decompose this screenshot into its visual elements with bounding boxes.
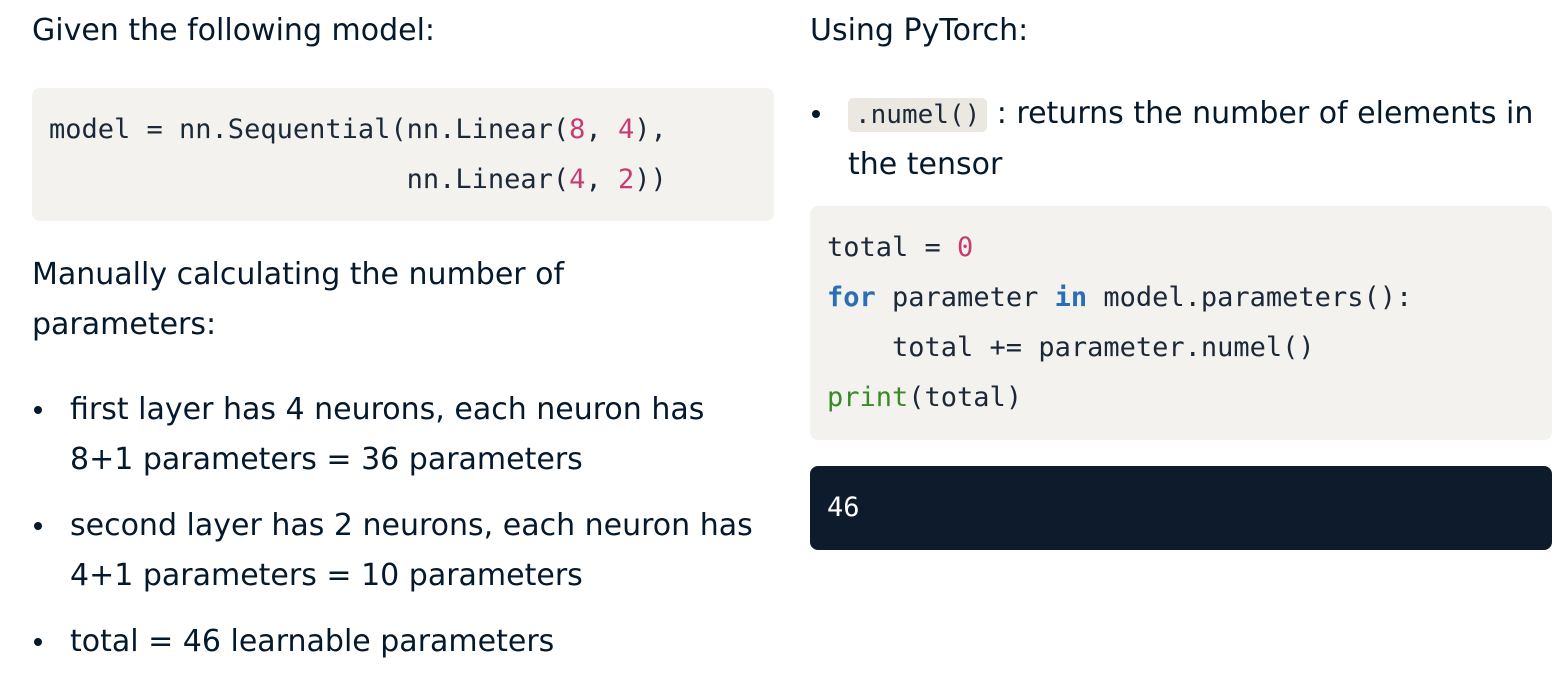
code-number: 4 — [617, 114, 635, 145]
inline-code: .numel() — [848, 98, 988, 132]
model-code-line-1: model = nn.Sequential(nn.Linear(8, 4), — [49, 105, 774, 155]
code-text: model.parameters(): — [1087, 282, 1413, 313]
code-text: model = nn.Sequential(nn.Linear( — [49, 114, 570, 145]
loop-code-line-2: for parameter in model.parameters(): — [827, 273, 1552, 323]
list-item: second layer has 2 neurons, each neuron … — [32, 501, 774, 601]
bullet-icon — [34, 406, 42, 414]
list-item-text: total = 46 learnable parameters — [70, 624, 555, 659]
code-text: parameter — [875, 282, 1055, 313]
code-function: print — [827, 382, 909, 413]
list-item: first layer has 4 neurons, each neuron h… — [32, 385, 774, 485]
output-block: 46 — [810, 466, 1552, 550]
left-heading: Given the following model: — [32, 13, 436, 48]
loop-code-line-1: total = 0 — [827, 223, 1552, 273]
loop-code-line-3: total += parameter.numel() — [827, 323, 1552, 373]
manual-calc-list: first layer has 4 neurons, each neuron h… — [32, 385, 774, 683]
code-text: total = — [827, 232, 958, 263]
list-item-text: second layer has 2 neurons, each neuron … — [70, 508, 753, 593]
code-keyword: in — [1054, 282, 1088, 313]
right-heading: Using PyTorch: — [810, 13, 1029, 48]
bullet-icon — [34, 638, 42, 646]
list-item-text: first layer has 4 neurons, each neuron h… — [70, 392, 705, 477]
code-keyword: for — [827, 282, 876, 313]
list-item: total = 46 learnable parameters — [32, 617, 774, 667]
code-number: 0 — [957, 232, 974, 263]
code-number: 4 — [569, 164, 586, 195]
manual-calc-paragraph: Manually calculating the number of param… — [32, 257, 565, 342]
code-number: 8 — [569, 114, 586, 145]
code-text: )) — [634, 164, 667, 195]
code-text: ), — [634, 114, 667, 145]
loop-code-block: total = 0 for parameter in model.paramet… — [810, 206, 1552, 440]
bullet-icon — [812, 110, 820, 118]
code-text: total += parameter.numel() — [827, 332, 1315, 363]
model-code-line-2: nn.Linear(4, 2)) — [49, 155, 774, 205]
code-text: , — [585, 114, 618, 145]
code-text: , — [585, 164, 618, 195]
bullet-icon — [34, 522, 42, 530]
code-text: nn.Linear( — [49, 164, 570, 195]
code-text: (total) — [908, 382, 1023, 413]
numel-list: .numel() : returns the number of element… — [810, 89, 1552, 190]
code-number: 2 — [617, 164, 635, 195]
model-code-block: model = nn.Sequential(nn.Linear(8, 4), n… — [32, 88, 774, 221]
list-item: .numel() : returns the number of element… — [810, 89, 1552, 190]
loop-code-line-4: print(total) — [827, 373, 1552, 423]
